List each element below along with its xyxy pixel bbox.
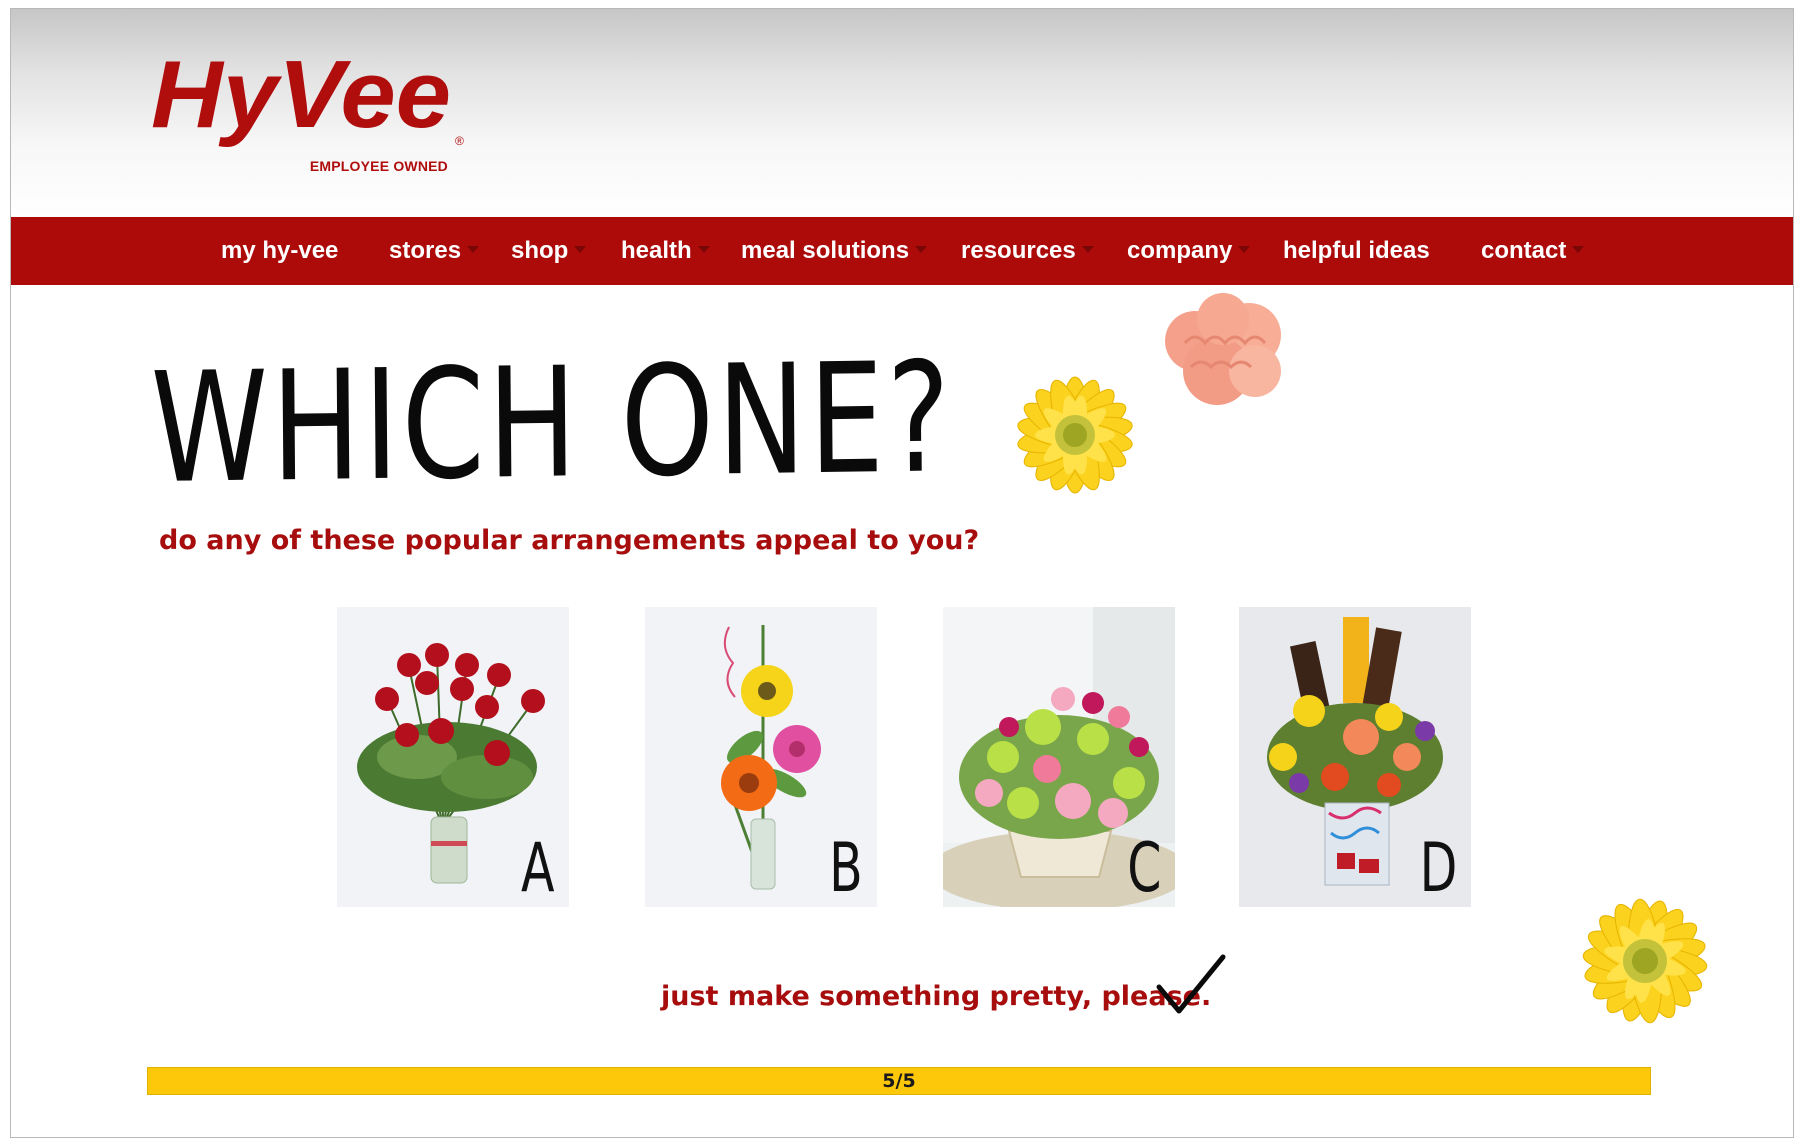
nav-item-label: my hy-vee <box>221 237 339 264</box>
pink-carnation-icon <box>1165 293 1281 405</box>
yellow-daisy-icon <box>1582 898 1708 1024</box>
chevron-down-icon <box>1081 246 1094 254</box>
page-frame: HyVee ® EMPLOYEE OWNED my hy-vee stores … <box>10 8 1794 1138</box>
progress-label: 5/5 <box>882 1070 916 1092</box>
option-letter: C <box>1126 829 1161 907</box>
nav-item-label: health <box>621 237 692 264</box>
site-header: HyVee ® EMPLOYEE OWNED <box>11 9 1793 217</box>
hy-vee-logo[interactable]: HyVee ® EMPLOYEE OWNED <box>151 55 471 175</box>
chevron-down-icon <box>1238 246 1251 254</box>
logo-wordmark-text: HyVee <box>151 55 451 148</box>
registered-mark: ® <box>455 134 464 148</box>
nav-item-meal-solutions[interactable]: meal solutions <box>741 217 928 285</box>
nav-item-label: stores <box>389 237 462 264</box>
option-letter: A <box>521 829 555 907</box>
page-title: WHICH ONE? <box>150 329 953 519</box>
chevron-down-icon <box>915 246 928 254</box>
chevron-down-icon <box>697 246 710 254</box>
nav-item-label: helpful ideas <box>1283 237 1430 264</box>
nav-item-label: company <box>1127 237 1233 264</box>
arrangement-option-c[interactable]: C <box>943 607 1175 907</box>
logo-tagline: EMPLOYEE OWNED <box>309 158 448 174</box>
nav-item-helpful-ideas[interactable]: helpful ideas <box>1283 217 1430 285</box>
arrangement-option-b[interactable]: B <box>645 607 877 907</box>
option-letter: D <box>1419 829 1457 907</box>
checkmark-icon <box>1156 954 1226 1014</box>
nav-item-company[interactable]: company <box>1127 217 1251 285</box>
chevron-down-icon <box>1572 246 1585 254</box>
chevron-down-icon <box>574 246 587 254</box>
main-navigation: my hy-vee stores shop health meal soluti… <box>11 217 1793 285</box>
nav-item-shop[interactable]: shop <box>511 217 587 285</box>
nav-item-label: shop <box>511 237 569 264</box>
page-title-text: WHICH ONE? <box>150 329 954 517</box>
default-choice-label: just make something pretty, please. <box>661 981 1212 1012</box>
nav-item-label: resources <box>961 237 1076 264</box>
nav-item-contact[interactable]: contact <box>1481 217 1585 285</box>
nav-item-health[interactable]: health <box>621 217 710 285</box>
nav-item-stores[interactable]: stores <box>389 217 480 285</box>
arrangement-option-a[interactable]: A <box>337 607 569 907</box>
progress-bar: 5/5 <box>147 1067 1651 1095</box>
question-subtitle: do any of these popular arrangements app… <box>159 525 980 556</box>
chevron-down-icon <box>467 246 480 254</box>
nav-item-resources[interactable]: resources <box>961 217 1094 285</box>
arrangement-option-d[interactable]: D <box>1239 607 1471 907</box>
nav-item-my-hy-vee[interactable]: my hy-vee <box>221 217 338 285</box>
option-letter: B <box>829 829 863 907</box>
nav-item-label: meal solutions <box>741 237 910 264</box>
logo-wordmark: HyVee ® <box>151 55 464 148</box>
nav-item-label: contact <box>1481 237 1567 264</box>
